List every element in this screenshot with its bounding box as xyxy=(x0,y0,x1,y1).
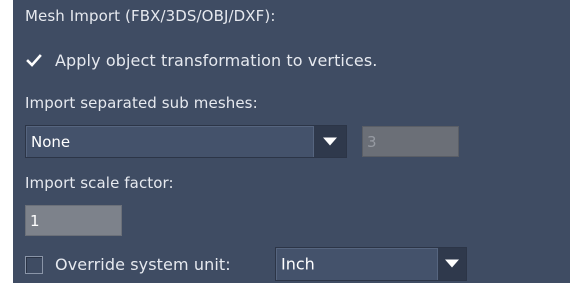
separated-sub-meshes-selected: None xyxy=(31,132,71,151)
mesh-import-heading: Mesh Import (FBX/3DS/OBJ/DXF): xyxy=(25,7,276,25)
separated-sub-meshes-label: Import separated sub meshes: xyxy=(25,94,258,112)
apply-transform-checkbox[interactable] xyxy=(25,52,43,70)
chevron-down-icon xyxy=(445,259,459,268)
override-unit-selected: Inch xyxy=(281,254,315,274)
apply-transform-label[interactable]: Apply object transformation to vertices. xyxy=(55,51,377,70)
separated-sub-meshes-dropdown-button[interactable] xyxy=(313,126,346,157)
chevron-down-icon xyxy=(323,137,337,145)
separated-sub-meshes-dropdown[interactable]: None xyxy=(25,125,347,158)
checkmark-icon xyxy=(26,54,42,67)
scale-factor-label: Import scale factor: xyxy=(25,174,174,192)
mesh-import-panel: Mesh Import (FBX/3DS/OBJ/DXF): Apply obj… xyxy=(13,0,570,283)
scale-factor-input[interactable]: 1 xyxy=(25,205,122,236)
scale-factor-value: 1 xyxy=(30,211,40,230)
override-unit-checkbox[interactable] xyxy=(25,256,43,274)
override-unit-label[interactable]: Override system unit: xyxy=(55,255,231,274)
override-unit-dropdown[interactable]: Inch xyxy=(275,247,467,281)
sub-mesh-count-input: 3 xyxy=(362,126,459,157)
sub-mesh-count-value: 3 xyxy=(367,132,377,151)
override-unit-dropdown-button[interactable] xyxy=(437,248,466,280)
